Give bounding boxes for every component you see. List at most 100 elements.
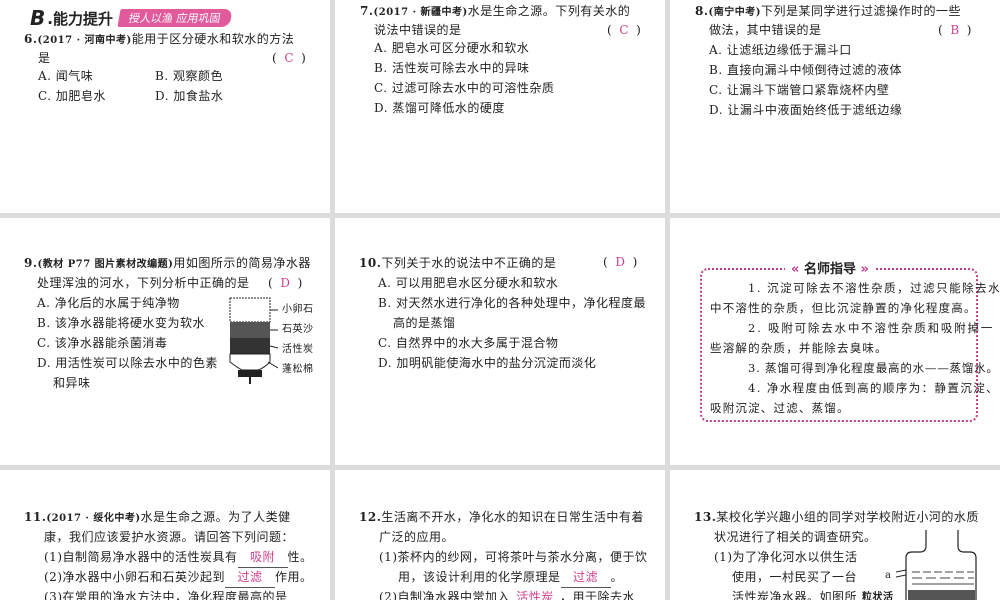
option: A. 闻气味 — [38, 69, 94, 83]
tip-line: 3. 蒸馏可得到净化程度最高的水——蒸馏水。 — [748, 361, 999, 375]
stem-text: 处理浑浊的河水，下列分析中正确的是 — [37, 276, 250, 290]
answer-bracket: ( D ) — [603, 255, 638, 269]
question-source: (教材 P77 图片素材改编题) — [37, 259, 174, 270]
answer: D — [615, 255, 625, 269]
question-number: 9. — [24, 256, 38, 270]
answer-blank: 过滤 — [225, 567, 275, 588]
option: B. 该净水器能将硬水变为软水 — [37, 316, 205, 330]
sub-question: 用，该设计利用的化学原理是 过滤。 — [398, 567, 623, 588]
answer-bracket: ( C ) — [607, 23, 641, 37]
sub-question: (2)净水器中小卵石和石英沙起到 过滤 作用。 — [44, 567, 313, 588]
stem-text: 用如图所示的简易净水器 — [173, 256, 311, 270]
question-stem: 11.(2017 · 绥化中考)水是生命之源。为了人类健 — [24, 507, 291, 529]
stem-text: 生活离不开水，净化水的知识在日常生活中有着 — [381, 510, 644, 524]
panel-q6: B .能力提升 授人以渔 应用巩固 6.(2017 · 河南中考)能用于区分硬水… — [0, 0, 330, 213]
figure-label: 石英沙 — [282, 324, 314, 335]
stem-text: 下列关于水的说法中不正确的是 — [381, 256, 557, 270]
option: A. 可以用肥皂水区分硬水和软水 — [378, 276, 559, 290]
stem-text: 下列是某同学进行过滤操作时的一些 — [761, 4, 962, 18]
question-stem: 6.(2017 · 河南中考)能用于区分硬水和软水的方法 — [24, 29, 294, 51]
figure-label: 活性炭 — [282, 344, 314, 355]
sub-question-text: (1)自制简易净水器中的活性炭具有 — [44, 550, 238, 564]
option: C. 让漏斗下端管口紧靠烧杯内壁 — [709, 83, 890, 97]
question-source: (2017 · 新疆中考) — [373, 7, 468, 18]
question-number: 12. — [359, 510, 382, 524]
figure-label: 蓬松棉 — [282, 364, 314, 375]
sub-question: 使用，一村民买了一台 — [732, 570, 858, 584]
option: C. 加肥皂水 — [38, 89, 106, 103]
answer-bracket: ( C ) — [272, 51, 306, 65]
question-number: 10. — [359, 256, 382, 270]
figure-label: 小卵石 — [282, 304, 314, 315]
section-header: B .能力提升 授人以渔 应用巩固 — [30, 6, 233, 30]
question-stem: 9.(教材 P77 图片素材改编题)用如图所示的简易净水器 — [24, 253, 311, 275]
sub-question-text: 作用。 — [275, 570, 313, 584]
sub-question-text: 。 — [610, 570, 624, 584]
option: B. 活性炭可除去水中的异味 — [374, 61, 530, 75]
tip-line: 中不溶性的杂质，但比沉淀静置的净化程度高。 — [710, 301, 977, 315]
sub-question: (1)自制简易净水器中的活性炭具有 吸附 性。 — [44, 547, 313, 568]
answer: D — [280, 276, 290, 290]
section-tag: 授人以渔 应用巩固 — [117, 9, 233, 27]
stem-text: 某校化学兴趣小组的同学对学校附近小河的水质 — [716, 510, 979, 524]
panel-q9: 9.(教材 P77 图片素材改编题)用如图所示的简易净水器 处理浑浊的河水，下列… — [0, 218, 330, 465]
panel-q7: 7.(2017 · 新疆中考)水是生命之源。下列有关水的 说法中错误的是 ( C… — [335, 0, 665, 213]
option: C. 过滤可除去水中的可溶性杂质 — [374, 81, 555, 95]
tip-line: 些溶解的杂质，并能除去臭味。 — [710, 341, 888, 355]
sub-question-text: (2)自制净水器中常加入 — [379, 590, 510, 600]
section-title: .能力提升 — [47, 9, 113, 28]
sub-question-text: 用，该设计利用的化学原理是 — [398, 570, 561, 584]
sub-question: (1)为了净化河水以供生活 — [714, 550, 858, 564]
option: B. 对天然水进行净化的各种处理中，净化程度最 — [378, 296, 646, 310]
question-number: 13. — [694, 510, 717, 524]
panel-q10: 10.下列关于水的说法中不正确的是 ( D ) A. 可以用肥皂水区分硬水和软水… — [335, 218, 665, 465]
answer: B — [950, 23, 960, 37]
tips-title: « 名师指导 » — [785, 258, 875, 277]
question-number: 6. — [24, 32, 38, 46]
sub-question: (1)茶杯内的纱网，可将茶叶与茶水分离，便于饮 — [379, 550, 648, 564]
question-number: 7. — [360, 4, 374, 18]
sub-question: (2)自制净水器中常加入 活性炭 ，用于除去水 — [379, 587, 635, 600]
answer: C — [619, 23, 629, 37]
option: D. 让漏斗中液面始终低于滤纸边缘 — [709, 103, 903, 117]
option: A. 净化后的水属于纯净物 — [37, 296, 180, 310]
tip-line: 吸附沉淀、过滤、蒸馏。 — [710, 401, 850, 415]
question-stem: 13.某校化学兴趣小组的同学对学校附近小河的水质 — [694, 507, 979, 527]
answer-bracket: ( B ) — [938, 23, 972, 37]
stem-text: 广泛的应用。 — [379, 530, 455, 544]
question-source: (2017 · 绥化中考) — [46, 513, 141, 524]
stem-text: 做法，其中错误的是 — [709, 23, 822, 37]
option: 高的是蒸馏 — [393, 316, 456, 330]
option: 和异味 — [53, 376, 91, 390]
answer: C — [284, 51, 294, 65]
answer-bracket: ( D ) — [268, 276, 303, 290]
tips-title-text: 名师指导 — [803, 262, 856, 277]
question-number: 11. — [24, 510, 47, 524]
option: A. 肥皂水可区分硬水和软水 — [374, 41, 530, 55]
sub-question-text: 性。 — [287, 550, 313, 564]
question-stem: 12.生活离不开水，净化水的知识在日常生活中有着 — [359, 507, 644, 527]
panel-q13: 13.某校化学兴趣小组的同学对学校附近小河的水质 状况进行了相关的调查研究。 (… — [670, 470, 1000, 600]
option: D. 加食盐水 — [155, 89, 224, 103]
answer-blank: 活性炭 — [510, 587, 560, 600]
tip-line: 4. 净水程度由低到高的顺序为：静置沉淀、 — [748, 381, 1000, 395]
panel-q12: 12.生活离不开水，净化水的知识在日常生活中有着 广泛的应用。 (1)茶杯内的纱… — [335, 470, 665, 600]
option: D. 用活性炭可以除去水中的色素 — [37, 356, 218, 370]
stem-text: 是 — [38, 51, 51, 65]
question-stem: 10.下列关于水的说法中不正确的是 — [359, 253, 556, 273]
panel-q11: 11.(2017 · 绥化中考)水是生命之源。为了人类健 康，我们应该爱护水资源… — [0, 470, 330, 600]
tip-line: 2. 吸附可除去水中不溶性杂质和吸附掉一 — [748, 321, 995, 335]
option: D. 蒸馏可降低水的硬度 — [374, 101, 505, 115]
panel-q8: 8.(南宁中考)下列是某同学进行过滤操作时的一些 做法，其中错误的是 ( B )… — [670, 0, 1000, 213]
figure-label: 粒状活 — [862, 592, 894, 600]
sub-question-text: (2)净水器中小卵石和石英沙起到 — [44, 570, 225, 584]
question-source: (南宁中考) — [708, 7, 761, 18]
option: D. 加明矾能使海水中的盐分沉淀而淡化 — [378, 356, 597, 370]
stem-text: 状况进行了相关的调查研究。 — [714, 530, 877, 544]
tip-line: 1. 沉淀可除去不溶性杂质，过滤只能除去水 — [748, 281, 1000, 295]
stem-text: 说法中错误的是 — [374, 23, 462, 37]
answer-blank: 过滤 — [560, 567, 611, 588]
right-arrow-icon: » — [860, 262, 869, 277]
carbon-filter-figure — [896, 530, 977, 600]
stem-text: 水是生命之源。为了人类健 — [140, 510, 291, 524]
